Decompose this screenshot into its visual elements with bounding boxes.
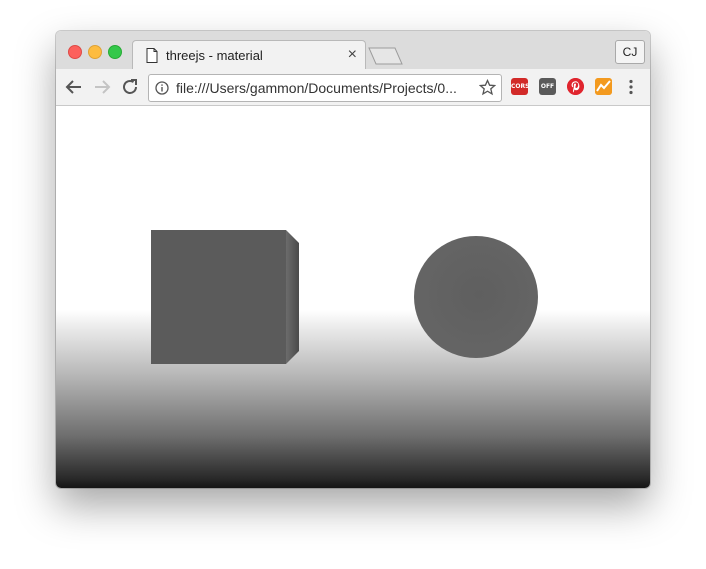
sphere-shape xyxy=(414,236,538,358)
webgl-viewport[interactable] xyxy=(56,106,650,488)
browser-tab[interactable]: threejs - material × xyxy=(132,40,366,71)
close-window-button[interactable] xyxy=(68,45,82,59)
off-extension-icon[interactable]: OFF xyxy=(539,78,556,95)
zoom-window-button[interactable] xyxy=(108,45,122,59)
profile-button[interactable]: CJ xyxy=(615,40,645,64)
address-bar[interactable]: file:///Users/gammon/Documents/Projects/… xyxy=(148,74,502,102)
pinterest-extension-icon[interactable] xyxy=(567,78,584,95)
minimize-window-button[interactable] xyxy=(88,45,102,59)
tab-close-icon[interactable]: × xyxy=(348,46,357,64)
browser-window: threejs - material × CJ file:///Users/ga… xyxy=(56,31,650,488)
url-text[interactable]: file:///Users/gammon/Documents/Projects/… xyxy=(176,80,474,96)
sphere-mesh xyxy=(414,236,538,358)
cube-front-face xyxy=(151,230,286,364)
document-icon xyxy=(146,48,158,63)
back-arrow-icon[interactable] xyxy=(65,78,83,96)
browser-toolbar: file:///Users/gammon/Documents/Projects/… xyxy=(56,69,650,106)
bookmark-star-icon[interactable] xyxy=(479,79,496,96)
cors-extension-icon[interactable]: CORS xyxy=(511,78,529,95)
info-icon[interactable] xyxy=(155,81,169,95)
title-bar: threejs - material × CJ xyxy=(56,31,650,71)
tab-title: threejs - material xyxy=(166,48,263,63)
more-menu-icon[interactable] xyxy=(627,79,635,95)
cube-side-face xyxy=(286,230,299,364)
cube-mesh xyxy=(151,230,299,364)
new-tab-button[interactable] xyxy=(368,47,404,65)
forward-arrow-icon[interactable] xyxy=(93,78,111,96)
threejs-scene xyxy=(151,230,538,364)
chart-extension-icon[interactable] xyxy=(595,78,612,95)
reload-icon[interactable] xyxy=(121,78,139,96)
